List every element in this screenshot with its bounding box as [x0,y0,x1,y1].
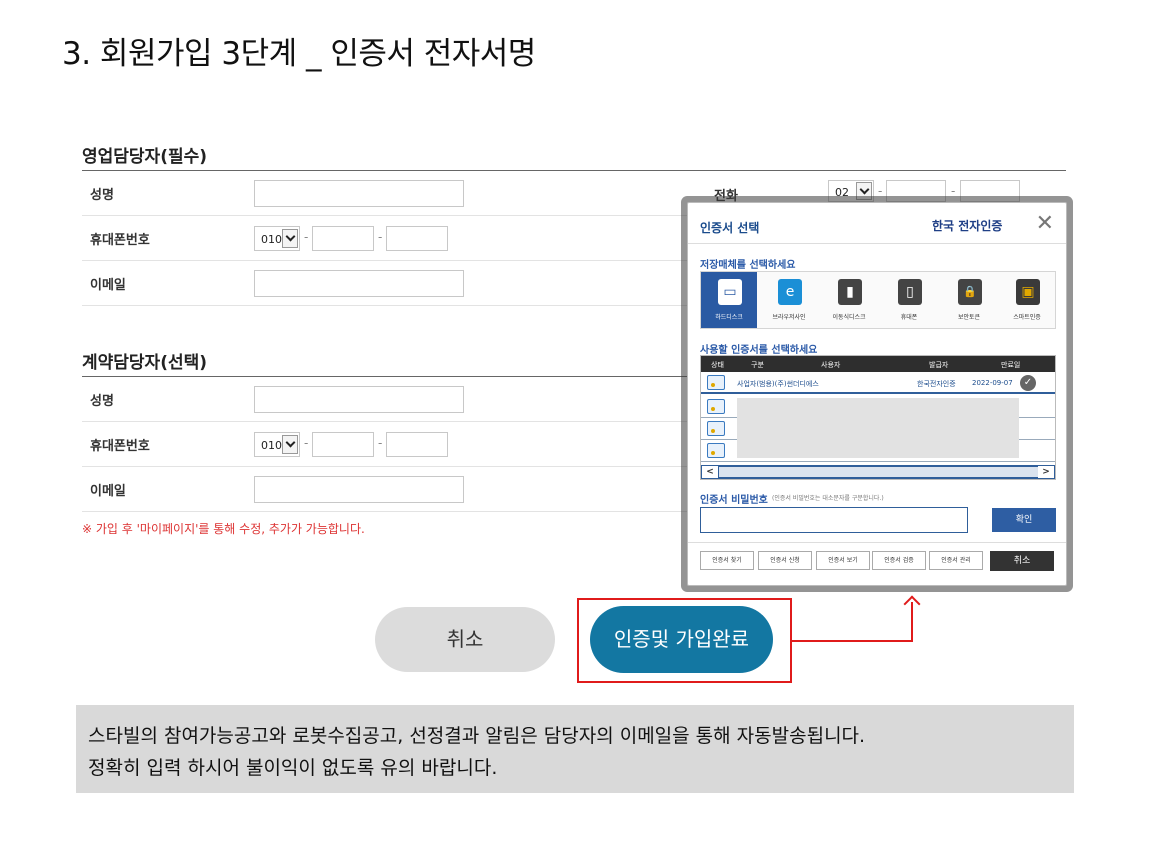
contract-mobile-prefix-select[interactable]: 010 [254,432,300,457]
edit-note: ※ 가입 후 '마이페이지'를 통해 수정, 추가가 가능합니다. [82,522,365,536]
sales-mobile-mid-input[interactable] [312,226,374,251]
notice-line-2: 정확히 입력 하시어 불이익이 없도록 유의 바랍니다. [88,757,498,779]
apply-cert-button[interactable]: 인증서 신청 [758,551,812,570]
media-security-token[interactable]: 🔒 보안토큰 [941,272,997,328]
arrow-up-icon [903,595,921,613]
phone-dash: - [304,436,309,450]
contract-contact-title: 계약담당자(선택) [82,353,208,373]
contract-name-input[interactable] [254,386,464,413]
media-label: 보안토큰 [957,314,981,321]
contract-mobile-last-input[interactable] [386,432,448,457]
arrow-line [792,640,913,642]
cert-table-header: 상태 구분 사용자 발급자 만료일 [701,356,1055,372]
contract-mobile-mid-input[interactable] [312,432,374,457]
confirm-button[interactable]: 확인 [992,508,1056,532]
contract-email-input[interactable] [254,476,464,503]
tel-last-input[interactable] [960,180,1020,202]
notice-line-1: 스타빌의 참여가능공고와 로봇수집공고, 선정결과 알림은 담당자의 이메일을 … [88,725,866,747]
chevron-down-icon [856,182,872,200]
scroll-thumb[interactable] [719,467,1039,477]
col-status: 상태 [711,361,724,369]
media-label: 이동식디스크 [832,314,866,321]
cert-issuer: 한국전자인증 [917,380,956,388]
phone-dash: - [304,230,309,244]
row-label: 휴대폰번호 [90,439,150,454]
complete-signup-button[interactable]: 인증및 가입완료 [590,606,773,673]
chevron-down-icon [282,229,298,248]
cert-table: 상태 구분 사용자 발급자 만료일 사업자(범용)(주)썬더디에스 한국전자인증… [700,355,1056,480]
row-label: 이메일 [90,484,126,499]
media-label: 하드디스크 [715,314,743,321]
phone-dash: - [378,230,383,244]
manage-cert-button[interactable]: 인증서 관리 [929,551,983,570]
sales-mobile-last-input[interactable] [386,226,448,251]
media-hard-disk[interactable]: ▭ 하드디스크 [701,272,757,328]
certificate-icon [707,375,725,390]
cert-password-input[interactable] [700,507,968,533]
col-type: 구분 [751,361,764,369]
redacted-area [737,398,1019,458]
phone-icon: ▯ [898,279,922,305]
modal-divider [688,243,1066,244]
monitor-icon: ▭ [718,279,742,305]
media-phone[interactable]: ▯ 휴대폰 [881,272,937,328]
page-title: 3. 회원가입 3단계 _ 인증서 전자서명 [62,36,536,72]
media-label: 브라우저사인 [772,314,806,321]
password-hint: (인증서 비밀번호는 대소문자를 구분합니다.) [772,495,884,502]
scroll-right-button[interactable]: > [1038,466,1054,478]
media-label: 휴대폰 [900,314,918,321]
tel-mid-input[interactable] [886,180,946,202]
sales-mobile-prefix-select[interactable]: 010 [254,226,300,251]
sales-email-input[interactable] [254,270,464,297]
certificate-icon [707,443,725,458]
cancel-button[interactable]: 취소 [375,607,555,672]
media-label: 스마트인증 [1013,314,1041,321]
certificate-icon [707,421,725,436]
certificate-modal: 인증서 선택 한국 전자인증 ✕ 저장매체를 선택하세요 ▭ 하드디스크 e 브… [687,202,1067,586]
sales-name-input[interactable] [254,180,464,207]
cert-list-title: 사용할 인증서를 선택하세요 [700,345,818,356]
row-label: 휴대폰번호 [90,233,150,248]
scroll-left-button[interactable]: < [702,466,718,478]
row-label: 성명 [90,188,114,203]
phone-dash: - [878,184,883,198]
col-expiry: 만료일 [1001,361,1021,369]
cert-user: 사업자(범용)(주)썬더디에스 [737,380,819,388]
sales-contact-title: 영업담당자(필수) [82,147,208,167]
cert-expiry: 2022-09-07 [972,379,1013,387]
security-token-icon: 🔒 [958,279,982,305]
certificate-icon [707,399,725,414]
korea-e-cert-logo: 한국 전자인증 [932,219,1003,233]
smart-auth-icon: ▣ [1016,279,1040,305]
tel-prefix-select[interactable]: 02 [828,180,874,202]
horizontal-scrollbar[interactable]: < > [701,465,1055,479]
ie-browser-icon: e [778,279,802,305]
modal-cancel-button[interactable]: 취소 [990,551,1054,571]
find-cert-button[interactable]: 인증서 찾기 [700,551,754,570]
modal-title: 인증서 선택 [700,221,760,235]
phone-dash: - [951,184,956,198]
close-icon[interactable]: ✕ [1036,213,1054,235]
media-removable-disk[interactable]: ▮ 이동식디스크 [821,272,877,328]
col-user: 사용자 [821,361,841,369]
usb-drive-icon: ▮ [838,279,862,305]
storage-media-bar: ▭ 하드디스크 e 브라우저사인 ▮ 이동식디스크 ▯ 휴대폰 🔒 보안토큰 ▣… [700,271,1056,329]
row-label: 성명 [90,394,114,409]
verify-cert-button[interactable]: 인증서 검증 [872,551,926,570]
media-browser-sign[interactable]: e 브라우저사인 [761,272,817,328]
password-label: 인증서 비밀번호 [700,495,768,506]
media-smart-auth[interactable]: ▣ 스마트인증 [999,272,1055,328]
modal-divider [688,542,1066,543]
phone-dash: - [378,436,383,450]
check-icon: ✓ [1020,375,1036,391]
notice-box: 스타빌의 참여가능공고와 로봇수집공고, 선정결과 알림은 담당자의 이메일을 … [76,705,1074,793]
cert-row[interactable]: 사업자(범용)(주)썬더디에스 한국전자인증 2022-09-07 ✓ [701,372,1055,394]
chevron-down-icon [282,435,298,454]
view-cert-button[interactable]: 인증서 보기 [816,551,870,570]
media-title: 저장매체를 선택하세요 [700,260,796,271]
col-issuer: 발급자 [929,361,949,369]
row-label: 이메일 [90,278,126,293]
